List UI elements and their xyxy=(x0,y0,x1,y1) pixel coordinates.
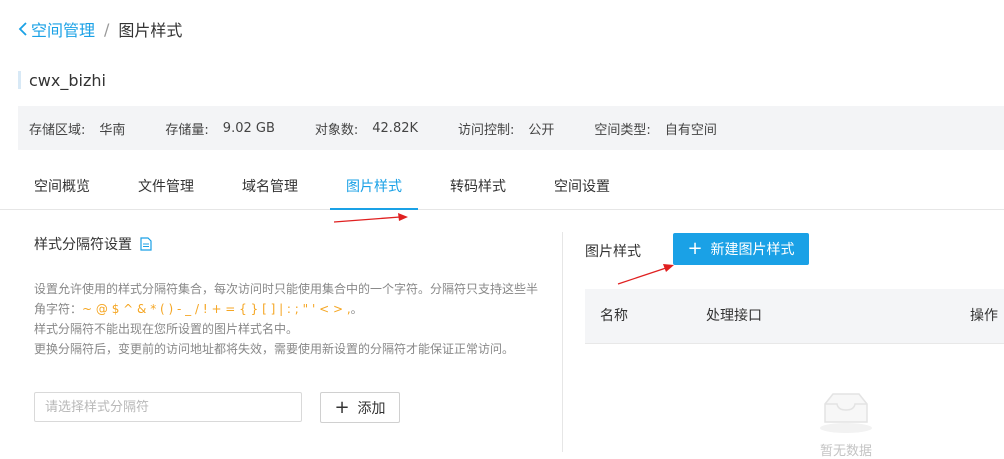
annotation-arrow-button xyxy=(617,264,674,285)
info-objects: 对象数: 42.82K xyxy=(315,119,418,138)
info-value: 自有空间 xyxy=(664,122,717,138)
info-value: 42.82K xyxy=(372,120,419,136)
info-label: 存储区域: xyxy=(29,122,86,138)
annotation-arrows xyxy=(333,213,674,285)
breadcrumb-current: 图片样式 xyxy=(118,21,183,40)
tab-files[interactable]: 文件管理 xyxy=(138,166,194,209)
info-region: 存储区域: 华南 xyxy=(29,119,125,138)
info-label: 存储量: xyxy=(165,122,209,138)
desc-line: 样式分隔符不能出现在您所设置的图片样式名中。 xyxy=(34,322,299,336)
separator-title-text: 样式分隔符设置 xyxy=(34,237,132,253)
add-separator-button[interactable]: + 添加 xyxy=(320,392,400,423)
empty-state-text: 暂无数据 xyxy=(820,444,873,459)
bucket-name: cwx_bizhi xyxy=(29,70,106,90)
annotation-arrow-tab xyxy=(333,213,408,223)
plus-icon: + xyxy=(334,396,350,418)
add-label: 添加 xyxy=(357,400,386,417)
info-type: 空间类型: 自有空间 xyxy=(594,119,716,138)
breadcrumb: 空间管理 / 图片样式 xyxy=(18,17,182,41)
empty-tray-icon xyxy=(817,388,875,438)
info-value: 公开 xyxy=(528,122,555,138)
tab-bar: 空间概览 文件管理 域名管理 图片样式 转码样式 空间设置 xyxy=(0,166,1004,210)
breadcrumb-parent[interactable]: 空间管理 xyxy=(31,17,95,41)
column-actions: 操作 xyxy=(970,308,998,324)
desc-line: 角字符：~ @ $ ^ & * ( ) - _ / ! + = { } [ ] … xyxy=(34,299,554,319)
new-image-style-button[interactable]: + 新建图片样式 xyxy=(673,233,809,265)
desc-line: 设置允许使用的样式分隔符集合，每次访问时只能使用集合中的一个字符。分隔符只支持这… xyxy=(34,282,539,296)
info-label: 访问控制: xyxy=(458,122,515,138)
info-access: 访问控制: 公开 xyxy=(458,119,554,138)
bucket-info-bar: 存储区域: 华南 存储量: 9.02 GB 对象数: 42.82K 访问控制: … xyxy=(18,106,1004,150)
plus-icon: + xyxy=(687,238,703,259)
styles-section-label: 图片样式 xyxy=(585,244,641,260)
separator-description: 设置允许使用的样式分隔符集合，每次访问时只能使用集合中的一个字符。分隔符只支持这… xyxy=(34,279,554,359)
desc-text: 。 xyxy=(350,302,363,316)
styles-table-header: 名称 处理接口 操作 xyxy=(585,289,1004,344)
panel-divider xyxy=(562,232,563,452)
tab-settings[interactable]: 空间设置 xyxy=(554,166,610,209)
breadcrumb-separator: / xyxy=(104,19,110,39)
info-value: 华南 xyxy=(99,122,126,138)
desc-line: 更换分隔符后，变更前的访问地址都将失效，需要使用新设置的分隔符才能保证正常访问。 xyxy=(34,342,515,356)
separator-select-input[interactable] xyxy=(34,392,302,422)
separator-section-title: 样式分隔符设置 xyxy=(34,235,152,253)
tab-transcode-styles[interactable]: 转码样式 xyxy=(450,166,506,209)
chevron-left-icon xyxy=(18,22,27,36)
tab-domains[interactable]: 域名管理 xyxy=(242,166,298,209)
tab-image-styles[interactable]: 图片样式 xyxy=(346,166,402,209)
info-label: 空间类型: xyxy=(594,122,651,138)
desc-text: 角字符： xyxy=(34,302,83,316)
info-storage: 存储量: 9.02 GB xyxy=(165,119,274,138)
tab-overview[interactable]: 空间概览 xyxy=(34,166,90,209)
column-name: 名称 xyxy=(600,308,628,324)
breadcrumb-back-link[interactable]: 空间管理 xyxy=(18,17,95,41)
document-icon[interactable] xyxy=(140,237,152,251)
column-api: 处理接口 xyxy=(706,308,762,324)
info-value: 9.02 GB xyxy=(222,120,275,136)
allowed-separator-chars: ~ @ $ ^ & * ( ) - _ / ! + = { } [ ] | : … xyxy=(82,302,351,316)
active-tab-indicator xyxy=(330,208,418,210)
title-accent-bar xyxy=(18,71,21,89)
bucket-title: cwx_bizhi xyxy=(18,70,106,90)
new-style-label: 新建图片样式 xyxy=(710,242,795,258)
info-label: 对象数: xyxy=(314,122,359,138)
